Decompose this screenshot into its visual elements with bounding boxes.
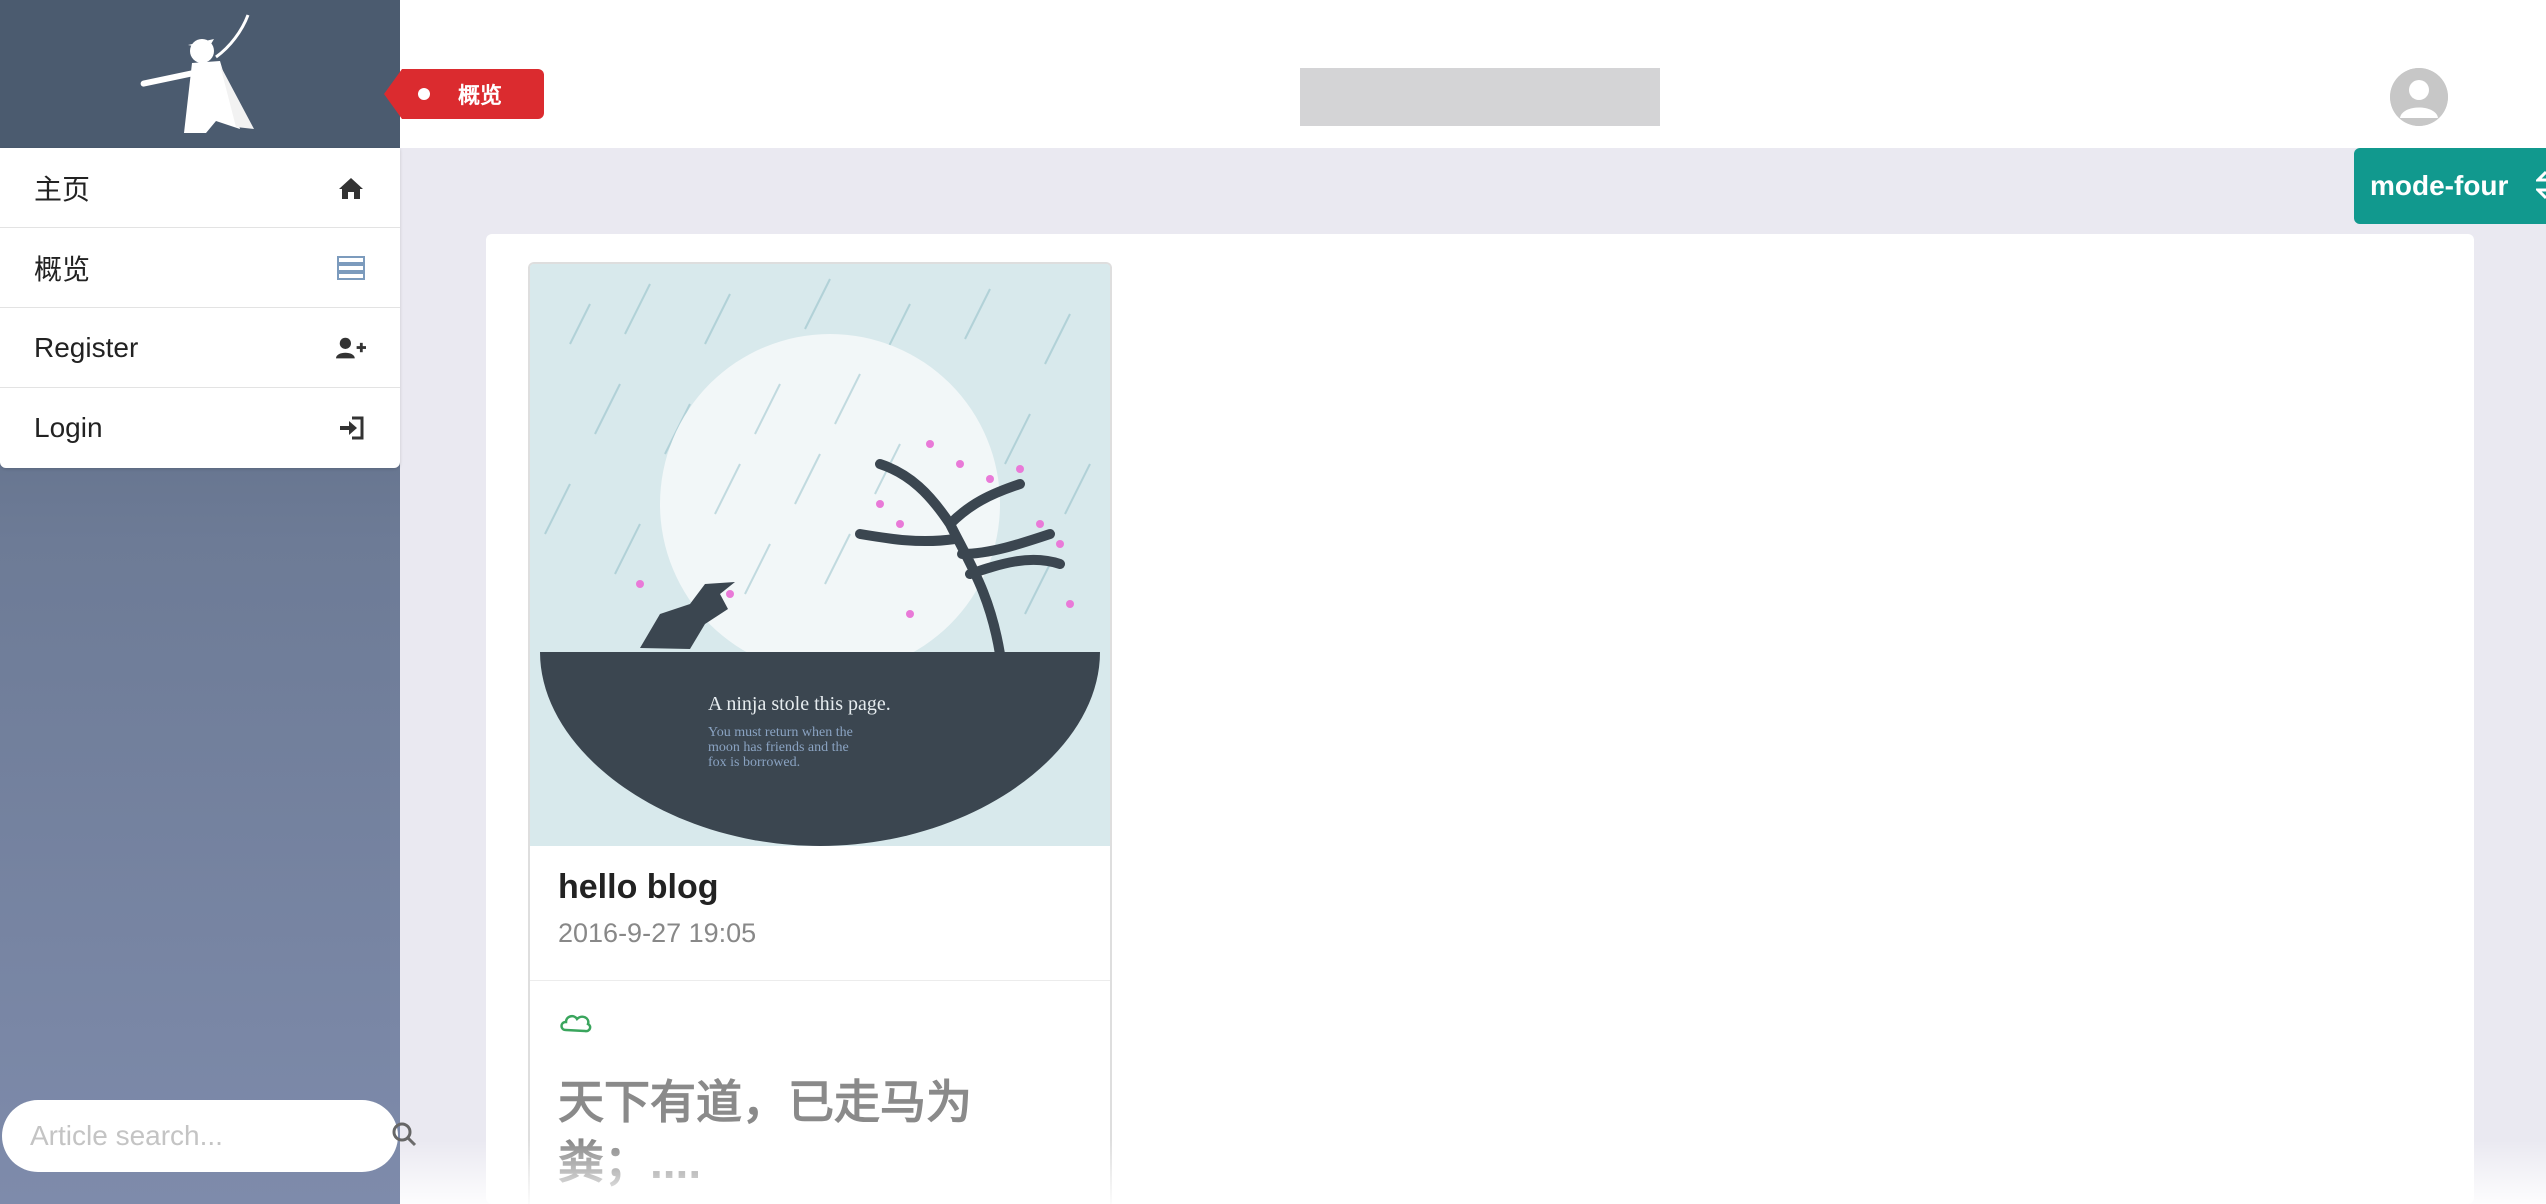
article-cover-image: A ninja stole this page. You must return… xyxy=(530,264,1110,846)
article-date: 2016-9-27 19:05 xyxy=(558,918,757,948)
ninja-logo-icon xyxy=(140,14,254,133)
user-plus-icon xyxy=(336,333,366,363)
sidebar-item-label: 主页 xyxy=(34,173,91,205)
site-logo[interactable] xyxy=(0,0,400,148)
article-card[interactable]: A ninja stole this page. You must return… xyxy=(528,262,1112,1204)
search-icon[interactable] xyxy=(391,1121,417,1152)
page-tag: 概览 xyxy=(384,69,544,119)
sidebar-menu: 主页 概览 Register Login xyxy=(0,148,400,468)
page-tag-label: 概览 xyxy=(458,83,503,108)
sidebar-item-label: Login xyxy=(34,412,103,443)
sidebar-item-register[interactable]: Register xyxy=(0,308,400,388)
user-avatar-icon xyxy=(2390,68,2448,126)
top-banner-placeholder xyxy=(1300,68,1660,126)
sidebar-item-label: Register xyxy=(34,331,139,363)
article-title[interactable]: hello blog xyxy=(558,868,719,907)
card-divider xyxy=(530,980,1110,981)
swap-arrows-icon xyxy=(2534,170,2546,207)
article-search xyxy=(2,1100,417,1172)
mode-switch-button[interactable]: mode-four xyxy=(2354,148,2546,224)
server-icon xyxy=(336,253,366,283)
sidebar-item-home[interactable]: 主页 xyxy=(0,148,400,228)
sidebar-item-login[interactable]: Login xyxy=(0,388,400,468)
article-excerpt: 天下有道，已走马为粪；.... xyxy=(558,1076,972,1188)
sidebar-item-label: 概览 xyxy=(34,253,91,285)
image-subcaption-3: fox is borrowed. xyxy=(708,755,800,770)
sidebar-item-overview[interactable]: 概览 xyxy=(0,228,400,308)
image-caption: A ninja stole this page. xyxy=(708,693,891,715)
image-subcaption-2: moon has friends and the xyxy=(708,740,849,755)
sign-in-icon xyxy=(336,413,366,443)
home-icon xyxy=(336,173,366,203)
tag-dot-icon xyxy=(418,88,430,100)
mode-button-label: mode-four xyxy=(2370,170,2509,201)
image-subcaption-1: You must return when the xyxy=(708,725,853,740)
search-input[interactable] xyxy=(30,1120,391,1152)
avatar[interactable] xyxy=(2390,68,2448,126)
cloud-icon xyxy=(558,1012,592,1039)
